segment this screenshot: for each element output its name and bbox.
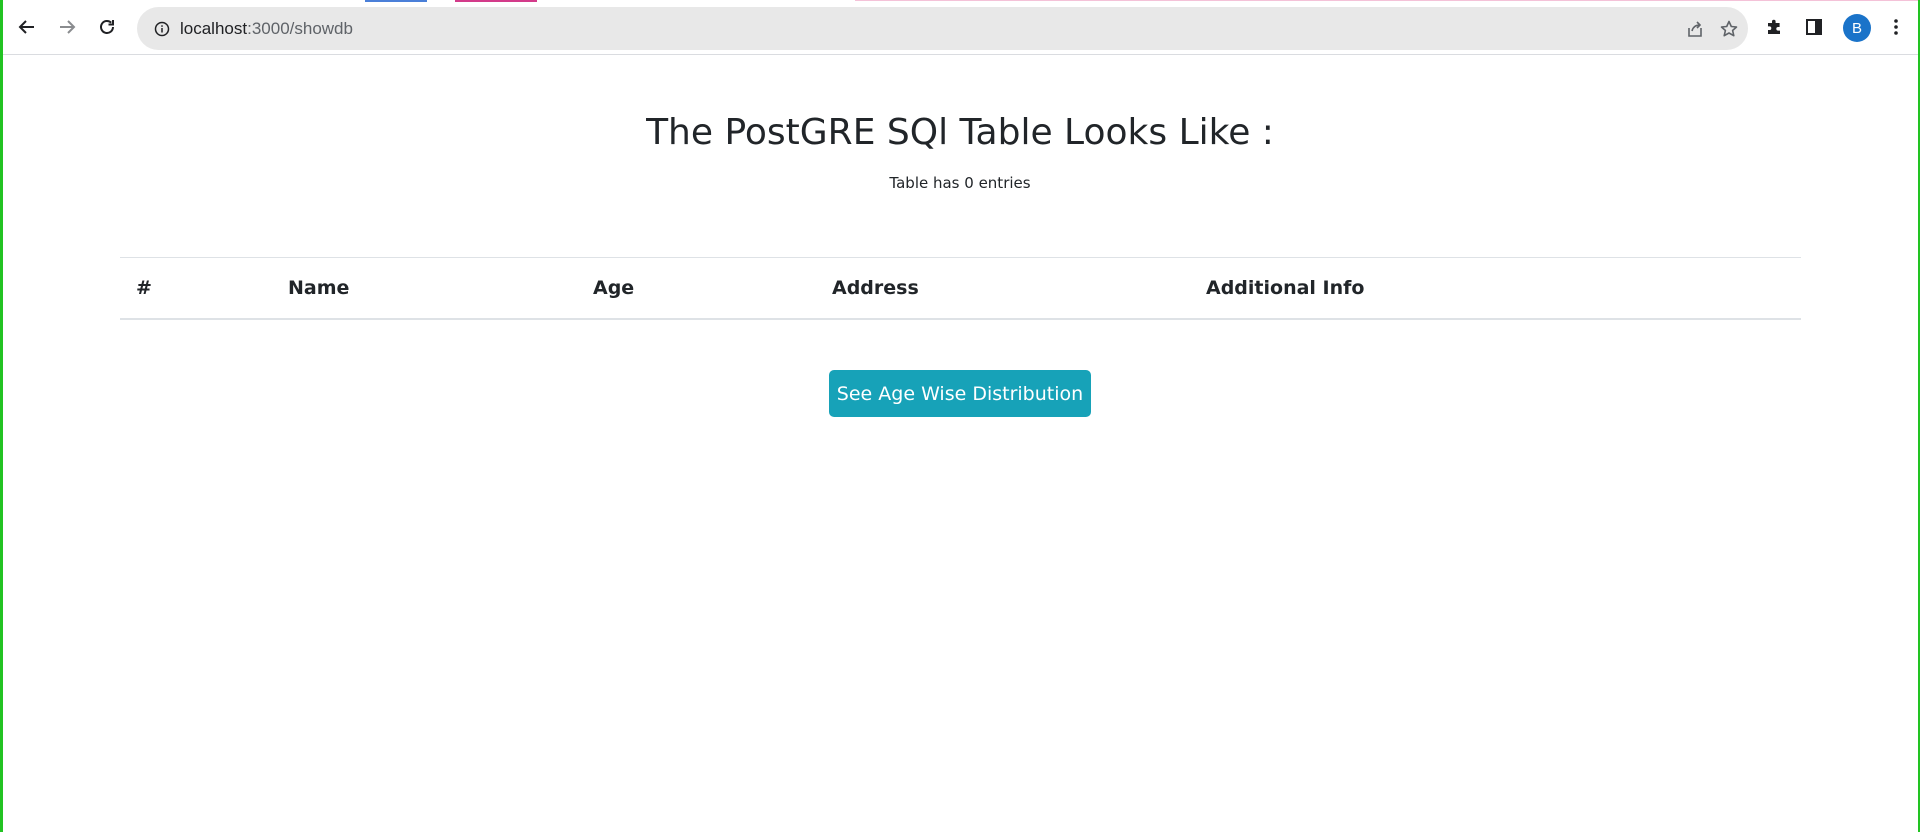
reload-button[interactable] [92, 12, 122, 42]
page-title: The PostGRE SQl Table Looks Like : [646, 112, 1274, 153]
browser-menu-button[interactable] [1881, 12, 1911, 42]
url-path: :3000/showdb [247, 18, 353, 38]
info-icon[interactable] [152, 19, 172, 39]
star-icon[interactable] [1718, 18, 1740, 40]
column-header-additional-info: Additional Info [1190, 257, 1801, 320]
tab-strip-edge [855, 0, 1918, 1]
age-distribution-button[interactable]: See Age Wise Distribution [829, 370, 1091, 417]
arrow-left-icon [17, 17, 37, 37]
kebab-menu-icon [1886, 17, 1906, 37]
column-header-name: Name [272, 257, 577, 320]
side-panel-icon [1804, 17, 1824, 37]
back-button[interactable] [12, 12, 42, 42]
arrow-right-icon [57, 17, 77, 37]
records-table: # Name Age Address Additional Info [120, 257, 1801, 320]
column-header-age: Age [577, 257, 816, 320]
forward-button[interactable] [52, 12, 82, 42]
extensions-button[interactable] [1759, 12, 1789, 42]
side-panel-button[interactable] [1799, 12, 1829, 42]
url-text[interactable]: localhost:3000/showdb [180, 19, 353, 39]
share-icon[interactable] [1684, 18, 1706, 40]
tab-indicator [365, 0, 427, 2]
address-bar[interactable]: localhost:3000/showdb [137, 7, 1748, 50]
column-header-index: # [120, 257, 272, 320]
table-header-row: # Name Age Address Additional Info [120, 257, 1801, 320]
browser-toolbar: localhost:3000/showdb B [3, 0, 1918, 55]
puzzle-icon [1764, 17, 1784, 37]
url-host: localhost [180, 18, 248, 38]
tab-indicator [455, 0, 537, 2]
entries-count-text: Table has 0 entries [889, 174, 1031, 192]
column-header-address: Address [816, 257, 1190, 320]
profile-avatar[interactable]: B [1843, 14, 1871, 42]
reload-icon [97, 17, 117, 37]
